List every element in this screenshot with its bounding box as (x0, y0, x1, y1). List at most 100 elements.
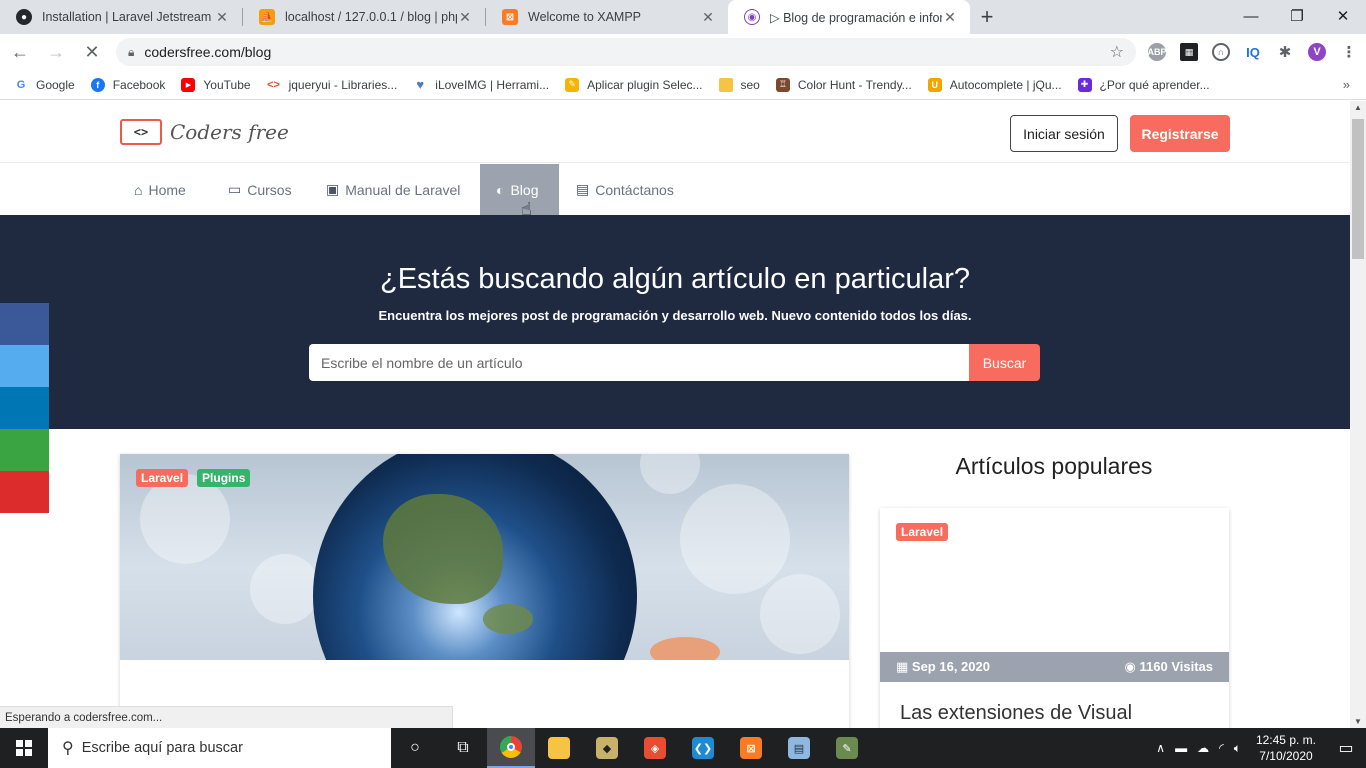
windows-taskbar: ⚲ Escribe aquí para buscar ○ ⧉ ◆ ◈ ❮❯ ⊠ … (0, 728, 1366, 768)
hand-shape (650, 637, 720, 660)
featured-article-card[interactable]: Laravel Plugins (120, 454, 849, 728)
vscode-taskbar-icon[interactable]: ❮❯ (679, 728, 727, 768)
tag-laravel[interactable]: Laravel (136, 469, 189, 487)
xampp-taskbar-icon[interactable]: ⊠ (727, 728, 775, 768)
close-tab-icon[interactable]: ✕ (700, 9, 716, 26)
popular-articles-title: Artículos populares (955, 453, 1153, 479)
puzzle-extensions-icon[interactable]: ✱ (1276, 43, 1294, 61)
bookmark-plugin[interactable]: ✎ Aplicar plugin Selec... (565, 77, 703, 92)
app-taskbar-icon[interactable]: ◆ (583, 728, 631, 768)
browser-tab-active[interactable]: ◉ ▷ Blog de programación e inforr ✕ (728, 0, 970, 34)
codersfree-icon: ◉ (744, 9, 760, 25)
bookmark-autocomplete[interactable]: U Autocomplete | jQu... (927, 77, 1062, 92)
notepad-icon: ▤ (788, 737, 810, 759)
minimize-icon[interactable]: — (1228, 0, 1274, 32)
chrome-taskbar-icon[interactable] (487, 728, 535, 768)
bookmark-facebook[interactable]: f Facebook (90, 77, 165, 92)
bookmark-youtube[interactable]: ▶ YouTube (181, 77, 251, 92)
notes-taskbar-icon[interactable]: ▤ (775, 728, 823, 768)
clock[interactable]: 12:45 p. m. 7/10/2020 (1256, 732, 1316, 764)
iq-extension-icon[interactable]: IQ (1244, 43, 1262, 61)
bookmark-iloveimg[interactable]: ♥ iLoveIMG | Herrami... (413, 77, 549, 92)
tag-plugins[interactable]: Plugins (197, 469, 251, 487)
scroll-down-icon[interactable]: ▼ (1350, 717, 1366, 726)
blog-icon: ◐ (496, 181, 505, 198)
close-window-icon[interactable]: ✕ (1320, 0, 1366, 32)
popular-article-title[interactable]: Las extensiones de Visual (900, 702, 1132, 725)
close-tab-icon[interactable]: ✕ (457, 9, 473, 26)
browser-tab[interactable]: ⛵ localhost / 127.0.0.1 / blog | php ✕ (243, 0, 485, 34)
tab-title: localhost / 127.0.0.1 / blog | php (285, 10, 457, 24)
hero-subtitle: Encuentra los mejores post de programaci… (378, 308, 972, 323)
bookmark-google[interactable]: G Google (14, 77, 75, 92)
popular-article-card[interactable]: Laravel ▦ Sep 16, 2020 ◉ 1160 Visitas La… (880, 508, 1229, 728)
onedrive-cloud-icon[interactable]: ☁ (1197, 741, 1209, 755)
app-taskbar-icon-2[interactable]: ✎ (823, 728, 871, 768)
tab-title: Welcome to XAMPP (528, 10, 642, 24)
browser-tab[interactable]: ● Installation | Laravel Jetstream ✕ (0, 0, 242, 34)
task-view-icon[interactable]: ⧉ (439, 728, 487, 768)
close-tab-icon[interactable]: ✕ (214, 9, 230, 26)
bookmark-folder-seo[interactable]: seo (718, 77, 760, 92)
article-search-input[interactable] (309, 344, 969, 381)
more-menu-icon[interactable]: ⋮ (1340, 43, 1358, 61)
file-explorer-taskbar-icon[interactable] (535, 728, 583, 768)
forward-arrow-icon[interactable]: → (40, 36, 72, 68)
nav-home[interactable]: ⌂ Home (134, 164, 186, 215)
scroll-up-icon[interactable]: ▲ (1350, 103, 1366, 112)
wifi-icon[interactable]: ◜ (1219, 741, 1224, 755)
bookmark-star-icon[interactable]: ☆ (1110, 42, 1124, 62)
bookmark-jqueryui[interactable]: <> jqueryui - Libraries... (267, 78, 397, 92)
register-button[interactable]: Registrarse (1130, 115, 1230, 152)
tag-laravel[interactable]: Laravel (896, 523, 949, 541)
chevron-up-icon[interactable]: ∧ (1156, 741, 1165, 755)
nav-manual-laravel[interactable]: ▣ Manual de Laravel (326, 164, 460, 215)
close-tab-icon[interactable]: ✕ (942, 9, 958, 26)
facebook-share-icon[interactable] (0, 303, 49, 345)
twitter-share-icon[interactable] (0, 345, 49, 387)
linkedin-share-icon[interactable] (0, 387, 49, 429)
volume-icon[interactable]: 🔈︎ (1234, 741, 1241, 756)
vscode-icon: ❮❯ (692, 737, 714, 759)
facebook-icon: f (90, 77, 105, 92)
qr-code-icon[interactable]: ▦ (1180, 43, 1198, 61)
windows-start-button[interactable] (0, 728, 48, 768)
notifications-icon[interactable]: ▭ (1326, 728, 1366, 768)
site-logo[interactable]: <> Coders free (120, 119, 289, 145)
nav-blog[interactable]: ◐ Blog (480, 164, 559, 215)
bookmark-label: seo (740, 77, 760, 92)
taskbar-search-placeholder: Escribe aquí para buscar (81, 740, 243, 756)
teacher-icon: ▣ (326, 181, 340, 197)
stop-loading-icon[interactable]: ✕ (76, 36, 108, 68)
back-arrow-icon[interactable]: ← (4, 36, 36, 68)
git-taskbar-icon[interactable]: ◈ (631, 728, 679, 768)
git-icon: ◈ (644, 737, 666, 759)
page-scrollbar[interactable]: ▲ ▼ (1350, 101, 1366, 728)
more-bookmarks-icon[interactable]: » (1343, 77, 1350, 92)
battery-icon[interactable]: ▬ (1175, 741, 1187, 755)
bookmark-colorhunt[interactable]: ♖ Color Hunt - Trendy... (775, 77, 912, 92)
nav-cursos[interactable]: ▭ Cursos (228, 164, 292, 215)
github-icon: ● (16, 9, 32, 25)
window-controls: — ❐ ✕ (1228, 0, 1366, 32)
headphones-icon[interactable]: ∩ (1212, 43, 1230, 61)
browser-tab[interactable]: ⊠ Welcome to XAMPP ✕ (486, 0, 728, 34)
bokeh-light (680, 484, 790, 594)
profile-avatar-icon[interactable]: V (1308, 43, 1326, 61)
new-tab-button[interactable]: + (970, 0, 1004, 34)
bookmark-por-que[interactable]: ✚ ¿Por qué aprender... (1077, 77, 1210, 92)
taskbar-search-box[interactable]: ⚲ Escribe aquí para buscar (48, 728, 391, 768)
maximize-icon[interactable]: ❐ (1274, 0, 1320, 32)
whatsapp-share-icon[interactable] (0, 429, 49, 471)
email-share-icon[interactable] (0, 471, 49, 513)
cortana-icon[interactable]: ○ (391, 728, 439, 768)
address-bar[interactable]: 🔒︎ codersfree.com/blog ☆ (116, 38, 1136, 66)
search-button[interactable]: Buscar (969, 344, 1040, 381)
scrollbar-thumb[interactable] (1352, 119, 1364, 259)
adblock-plus-icon[interactable]: ABP (1148, 43, 1167, 61)
nav-contactanos[interactable]: ▤ Contáctanos (576, 164, 674, 215)
logo-text: Coders free (170, 120, 289, 144)
bookmark-label: ¿Por qué aprender... (1099, 77, 1210, 92)
home-icon: ⌂ (134, 181, 143, 198)
login-button[interactable]: Iniciar sesión (1010, 115, 1118, 152)
